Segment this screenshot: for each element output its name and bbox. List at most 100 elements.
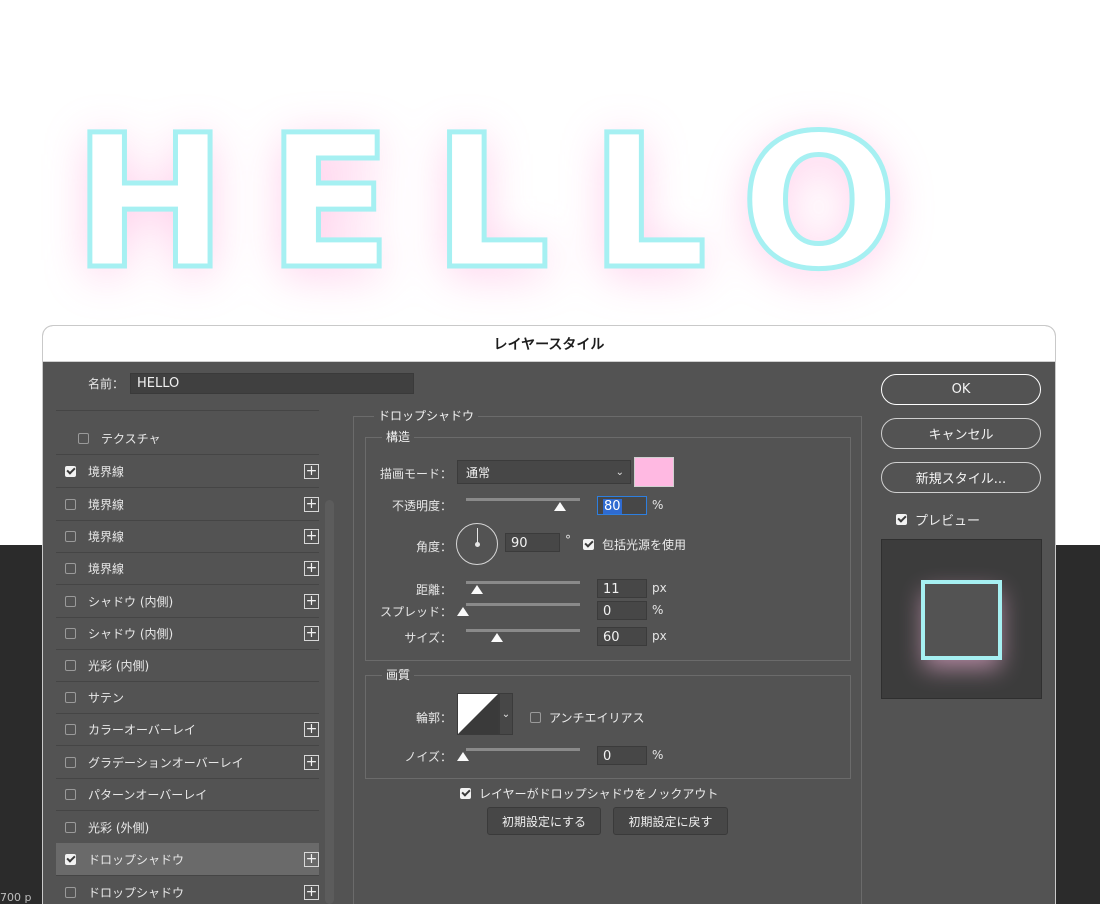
noise-label: ノイズ： (404, 750, 452, 764)
list-item-color-overlay[interactable]: カラーオーバーレイ + (56, 713, 319, 746)
distance-slider-track[interactable] (466, 581, 580, 584)
list-item-gradient-overlay[interactable]: グラデーションオーバーレイ + (56, 746, 319, 779)
spread-slider-thumb[interactable] (457, 607, 469, 616)
size-unit: px (652, 629, 667, 643)
blend-mode-select[interactable]: 通常 ⌄ (457, 460, 631, 484)
checkbox-icon[interactable] (65, 886, 76, 898)
contour-dropdown[interactable]: ⌄ (499, 693, 513, 735)
checkbox-icon[interactable] (65, 562, 76, 574)
add-effect-plus-icon[interactable]: + (304, 721, 319, 737)
add-effect-plus-icon[interactable]: + (304, 528, 319, 544)
antialias-checkbox[interactable]: アンチエイリアス (530, 709, 645, 726)
global-light-checkbox[interactable]: 包括光源を使用 (583, 536, 686, 553)
spread-input[interactable]: 0 (597, 601, 647, 620)
zoom-readout: 700 p (0, 891, 32, 904)
opacity-slider-track[interactable] (466, 498, 580, 501)
noise-slider-track[interactable] (466, 748, 580, 751)
checkbox-icon[interactable] (896, 514, 907, 525)
size-input[interactable]: 60 (597, 627, 647, 646)
name-input[interactable]: HELLO (130, 373, 415, 394)
name-label: 名前： (88, 377, 125, 391)
preview-checkbox[interactable]: プレビュー (896, 510, 980, 529)
list-item-stroke[interactable]: 境界線 + (56, 520, 319, 553)
ok-button[interactable]: OK (881, 374, 1041, 405)
size-slider-thumb[interactable] (491, 633, 503, 642)
add-effect-plus-icon[interactable]: + (304, 754, 319, 770)
preview-label: プレビュー (915, 514, 981, 529)
checkbox-icon[interactable] (65, 530, 76, 542)
distance-slider-thumb[interactable] (471, 585, 483, 594)
shadow-color-swatch[interactable] (634, 457, 674, 487)
list-item[interactable] (56, 410, 319, 411)
checkbox-icon[interactable] (65, 465, 76, 477)
list-item-stroke[interactable]: 境界線 + (56, 552, 319, 585)
angle-dial[interactable] (456, 523, 498, 565)
list-item-drop-shadow-selected[interactable]: ドロップシャドウ + (56, 843, 319, 876)
checkbox-icon[interactable] (65, 627, 76, 639)
list-item-stroke[interactable]: 境界線 + (56, 488, 319, 521)
distance-label: 距離： (415, 583, 452, 597)
chevron-down-icon: ⌄ (615, 467, 624, 478)
drop-shadow-panel: ドロップシャドウ 構造 描画モード： 通常 ⌄ 不透明度： 80 % 角度： 9… (353, 407, 862, 904)
distance-input[interactable]: 11 (597, 579, 647, 598)
list-item-outer-glow[interactable]: 光彩 (外側) (56, 811, 319, 844)
noise-input[interactable]: 0 (597, 746, 647, 765)
dialog-titlebar[interactable]: レイヤースタイル (43, 326, 1055, 362)
checkbox-icon[interactable] (530, 712, 541, 723)
spread-slider-track[interactable] (466, 603, 580, 606)
reset-default-button[interactable]: 初期設定に戻す (613, 807, 728, 835)
add-effect-plus-icon[interactable]: + (304, 496, 319, 512)
list-item-inner-shadow[interactable]: シャドウ (内側) + (56, 617, 319, 650)
checkbox-icon[interactable] (583, 539, 594, 550)
checkbox-icon[interactable] (65, 756, 76, 768)
add-effect-plus-icon[interactable]: + (304, 560, 319, 576)
style-preview (881, 539, 1042, 699)
checkbox-icon[interactable] (65, 595, 76, 607)
angle-input[interactable]: 90 (505, 533, 560, 552)
checkbox-icon[interactable] (65, 853, 76, 865)
opacity-input[interactable]: 80 (597, 496, 647, 515)
chevron-down-icon: ⌄ (501, 708, 511, 720)
checkbox-icon[interactable] (65, 723, 76, 735)
checkbox-icon[interactable] (65, 691, 76, 703)
checkbox-icon[interactable] (65, 498, 76, 510)
list-item-satin[interactable]: サテン (56, 681, 319, 714)
list-item-label: カラーオーバーレイ (88, 722, 196, 737)
opacity-unit: % (652, 498, 664, 512)
list-item-label: ドロップシャドウ (88, 852, 185, 867)
list-item-label: シャドウ (内側) (88, 626, 174, 641)
distance-unit: px (652, 581, 667, 595)
checkbox-icon[interactable] (78, 432, 89, 444)
new-style-button[interactable]: 新規スタイル... (881, 462, 1041, 493)
list-item-texture[interactable]: テクスチャ (56, 422, 319, 455)
list-item-inner-shadow[interactable]: シャドウ (内側) + (56, 585, 319, 618)
styles-list-scrollbar[interactable] (325, 500, 334, 904)
global-light-label: 包括光源を使用 (602, 538, 687, 552)
list-item-pattern-overlay[interactable]: パターンオーバーレイ (56, 778, 319, 811)
list-item-drop-shadow[interactable]: ドロップシャドウ + (56, 876, 319, 904)
list-item-stroke[interactable]: 境界線 + (56, 455, 319, 488)
knockout-label: レイヤーがドロップシャドウをノックアウト (479, 787, 719, 801)
add-effect-plus-icon[interactable]: + (304, 851, 319, 867)
knockout-checkbox[interactable]: レイヤーがドロップシャドウをノックアウト (460, 785, 718, 802)
opacity-slider-thumb[interactable] (554, 502, 566, 511)
add-effect-plus-icon[interactable]: + (304, 463, 319, 479)
checkbox-icon[interactable] (65, 788, 76, 800)
size-slider-track[interactable] (466, 629, 580, 632)
add-effect-plus-icon[interactable]: + (304, 884, 319, 900)
checkbox-icon[interactable] (65, 821, 76, 833)
list-item-label: サテン (88, 690, 125, 705)
add-effect-plus-icon[interactable]: + (304, 593, 319, 609)
spread-unit: % (652, 603, 664, 617)
name-row: 名前： HELLO (88, 373, 415, 394)
noise-slider-thumb[interactable] (457, 752, 469, 761)
cancel-button[interactable]: キャンセル (881, 418, 1041, 449)
contour-picker[interactable] (457, 693, 499, 735)
angle-label: 角度： (415, 540, 452, 554)
add-effect-plus-icon[interactable]: + (304, 625, 319, 641)
checkbox-icon[interactable] (65, 659, 76, 671)
list-item-label: 境界線 (88, 464, 125, 479)
list-item-inner-glow[interactable]: 光彩 (内側) (56, 649, 319, 682)
checkbox-icon[interactable] (460, 788, 471, 799)
make-default-button[interactable]: 初期設定にする (487, 807, 601, 835)
